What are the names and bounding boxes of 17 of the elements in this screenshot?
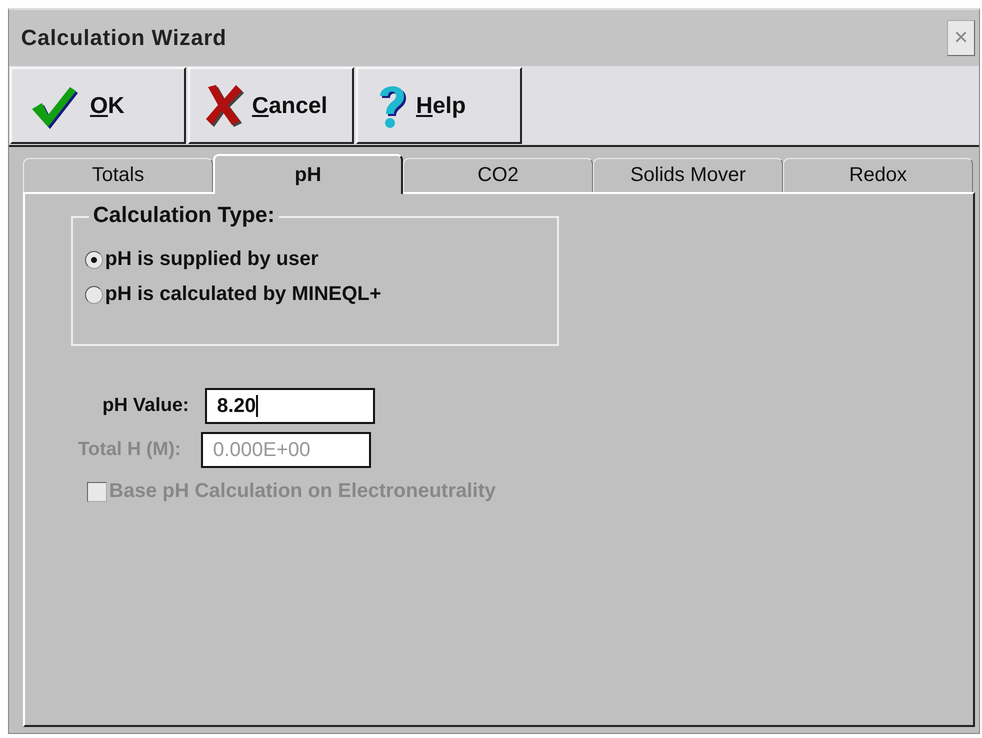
tab[interactable]: Totals <box>23 158 213 192</box>
radio-button[interactable] <box>85 286 103 304</box>
field-label: Total H (M): <box>76 439 182 461</box>
window-title: Calculation Wizard <box>21 25 227 51</box>
radio-label: pH is supplied by user <box>105 248 318 271</box>
tab[interactable]: pH <box>213 154 403 194</box>
radio-label: pH is calculated by MINEQL+ <box>105 283 382 306</box>
tab[interactable]: Redox <box>783 158 973 192</box>
checkbox-label: Base pH Calculation on Electroneutrality <box>109 480 496 503</box>
cancel-button[interactable]: Cancel <box>188 67 354 144</box>
tab[interactable]: CO2 <box>403 158 593 192</box>
help-button[interactable]: Help <box>356 67 522 144</box>
ok-button[interactable]: OK <box>10 67 186 144</box>
radio-button[interactable] <box>85 250 103 268</box>
field-label: pH Value: <box>101 395 190 417</box>
tab[interactable]: Solids Mover <box>593 158 783 192</box>
input-field[interactable]: 8.20 <box>205 388 375 424</box>
